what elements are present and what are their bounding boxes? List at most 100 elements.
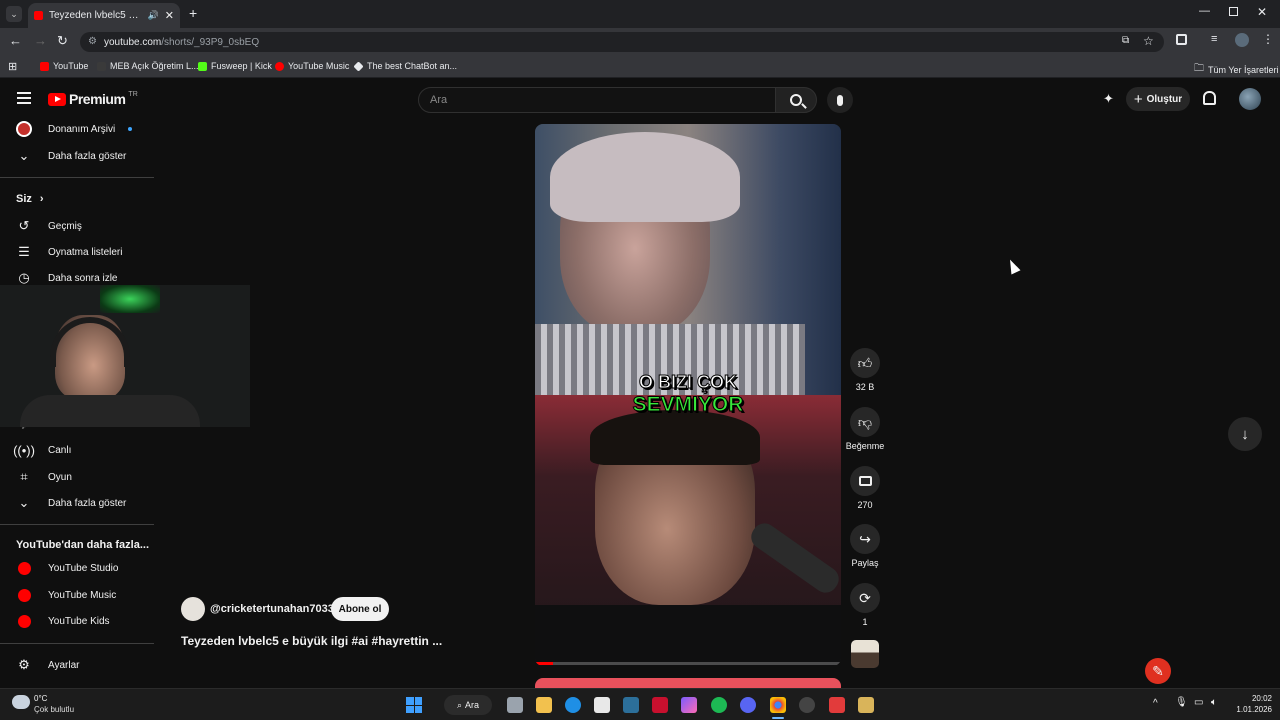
task-view-icon[interactable] [507, 697, 523, 713]
store-icon[interactable] [594, 697, 610, 713]
browser-tab[interactable]: Teyzeden lvbelc5 e büyük il 🔊 ✕ [28, 3, 180, 28]
tray-mic-icon[interactable]: 🎙︎ [1175, 697, 1188, 708]
taskbar-search[interactable]: ⌕ Ara [444, 695, 492, 715]
apps-icon[interactable]: ⊞ [8, 60, 17, 73]
bookmark-yt-music[interactable]: YouTube Music [275, 61, 349, 71]
tray-volume-icon[interactable]: 🔈︎ [1211, 697, 1217, 708]
subscribe-label: Abone ol [338, 603, 382, 615]
bookmark-star-icon[interactable]: ☆ [1143, 34, 1154, 48]
hamburger-menu-icon[interactable] [17, 92, 31, 104]
obs-icon[interactable] [799, 697, 815, 713]
media-icon[interactable]: ≡ [1211, 33, 1217, 45]
app-icon[interactable] [623, 697, 639, 713]
forward-icon[interactable]: → [34, 33, 47, 48]
copilot-icon[interactable] [681, 697, 697, 713]
like-button[interactable]: 👍︎ [850, 348, 880, 378]
address-bar[interactable]: ⚙ youtube.com/shorts/_93P9_0sbEQ ⧉ ☆ [80, 32, 1164, 52]
create-button[interactable]: + Oluştur [1126, 87, 1190, 111]
sidebar-item-donanim-arsivi[interactable]: Donanım Arşivi [16, 119, 132, 139]
next-short-button[interactable]: ↓ [1228, 417, 1262, 451]
voice-search-button[interactable] [827, 87, 853, 113]
site-info-icon[interactable]: ⚙ [88, 36, 97, 47]
video-progress-bar[interactable] [535, 662, 841, 665]
sidebar-item-history[interactable]: ↺ Geçmiş [16, 216, 82, 236]
dislike-label: Beğenme [845, 441, 885, 451]
app-red-icon[interactable] [829, 697, 845, 713]
sidebar-item-yt-music[interactable]: YouTube Music [16, 585, 116, 605]
sidebar-you-header[interactable]: Siz › [16, 189, 44, 209]
share-button[interactable]: ↪ [850, 524, 880, 554]
maximize-button[interactable] [1229, 7, 1238, 16]
bookmark-chatbot[interactable]: The best ChatBot an... [353, 60, 458, 72]
sidebar-item-settings[interactable]: ⚙ Ayarlar [16, 655, 79, 675]
share-icon: ↪ [859, 530, 871, 547]
sidebar-label: YouTube Kids [48, 615, 110, 627]
bookmark-meb[interactable]: MEB Açık Öğretim L... [97, 61, 199, 71]
profile-avatar[interactable] [1235, 33, 1249, 47]
video-title[interactable]: Teyzeden lvbelc5 e büyük ilgi #ai #hayre… [181, 634, 442, 648]
url-path: /shorts/_93P9_0sbEQ [161, 36, 260, 48]
weather-text[interactable]: Çok bulutlu [34, 705, 74, 714]
woman-headscarf [550, 132, 740, 222]
clock-time[interactable]: 20:02 [1232, 694, 1272, 703]
channel-name[interactable]: @cricketertunahan7033 [210, 603, 334, 615]
logo-country: TR [128, 90, 138, 98]
sidebar-label: Daha sonra izle [48, 272, 118, 284]
weather-temp[interactable]: 0°C [34, 694, 47, 703]
sidebar-item-yt-kids[interactable]: YouTube Kids [16, 611, 110, 631]
dislike-button[interactable]: 👎︎ [850, 407, 880, 437]
speaker-icon[interactable]: 🔊 [148, 10, 159, 21]
shorts-video-player[interactable]: O BIZI ÇOK SEVMIYOR [535, 124, 841, 666]
tray-network-icon[interactable]: ▭ [1194, 697, 1203, 708]
search-input[interactable]: Ara [418, 87, 776, 113]
channel-avatar[interactable] [181, 597, 205, 621]
tab-close-icon[interactable]: ✕ [165, 9, 174, 22]
youtube-logo[interactable]: Premium TR [48, 91, 138, 107]
bookmark-label: The best ChatBot an... [367, 61, 458, 71]
comments-button[interactable] [850, 466, 880, 496]
sidebar-show-more-2[interactable]: ⌄ Daha fazla göster [16, 493, 127, 513]
install-icon[interactable]: ⧉ [1122, 35, 1129, 46]
ai-sparkle-icon[interactable]: ✦ [1103, 91, 1114, 107]
sidebar-item-studio[interactable]: YouTube Studio [16, 558, 118, 578]
notifications-bell-icon[interactable] [1203, 91, 1216, 105]
bookmark-label: YouTube [53, 61, 89, 71]
clock-date[interactable]: 1.01.2026 [1222, 705, 1272, 714]
remix-button[interactable]: ⟳ [850, 583, 880, 613]
windows-start-icon[interactable] [406, 697, 422, 713]
chrome-icon[interactable] [770, 697, 786, 713]
account-avatar[interactable] [1239, 88, 1261, 110]
sound-thumbnail[interactable] [851, 640, 879, 668]
edge-icon[interactable] [565, 697, 581, 713]
taskbar-search-label: Ara [465, 700, 480, 710]
all-bookmarks[interactable]: 🗀 Tüm Yer İşaretleri [1194, 61, 1279, 78]
menu-icon[interactable]: ⋮ [1262, 32, 1274, 46]
app-yellow-icon[interactable] [858, 697, 874, 713]
comment-icon [858, 476, 872, 486]
back-icon[interactable]: ← [9, 33, 22, 48]
minimize-button[interactable]: — [1199, 5, 1210, 17]
extension-icon[interactable] [1176, 34, 1187, 45]
tray-chevron-icon[interactable]: ^ [1153, 698, 1158, 709]
reload-icon[interactable]: ↻ [57, 33, 68, 49]
tab-search-button[interactable]: ⌄ [6, 6, 22, 22]
sidebar-item-gaming[interactable]: ⌗ Oyun [16, 467, 72, 487]
file-explorer-icon[interactable] [536, 697, 552, 713]
subscribe-button[interactable]: Abone ol [331, 597, 389, 621]
sidebar-label: Oyun [48, 471, 72, 483]
search-button[interactable] [775, 87, 817, 113]
netflix-icon[interactable] [652, 697, 668, 713]
sidebar-show-more-1[interactable]: ⌄ Daha fazla göster [16, 146, 127, 166]
spotify-icon[interactable] [711, 697, 727, 713]
sidebar-label: Oynatma listeleri [48, 246, 123, 258]
floating-pen-icon[interactable]: ✎ [1145, 658, 1171, 684]
new-tab-button[interactable]: + [189, 5, 197, 21]
bookmark-youtube[interactable]: YouTube [40, 61, 88, 71]
comment-count: 270 [857, 500, 873, 510]
sidebar-item-live[interactable]: ((•)) Canlı [13, 440, 71, 460]
close-window-button[interactable]: ✕ [1257, 5, 1267, 19]
discord-icon[interactable] [740, 697, 756, 713]
sidebar-item-playlists[interactable]: ☰ Oynatma listeleri [16, 242, 122, 262]
weather-icon[interactable] [12, 695, 30, 709]
bookmark-kick[interactable]: Fusweep | Kick [198, 61, 272, 71]
